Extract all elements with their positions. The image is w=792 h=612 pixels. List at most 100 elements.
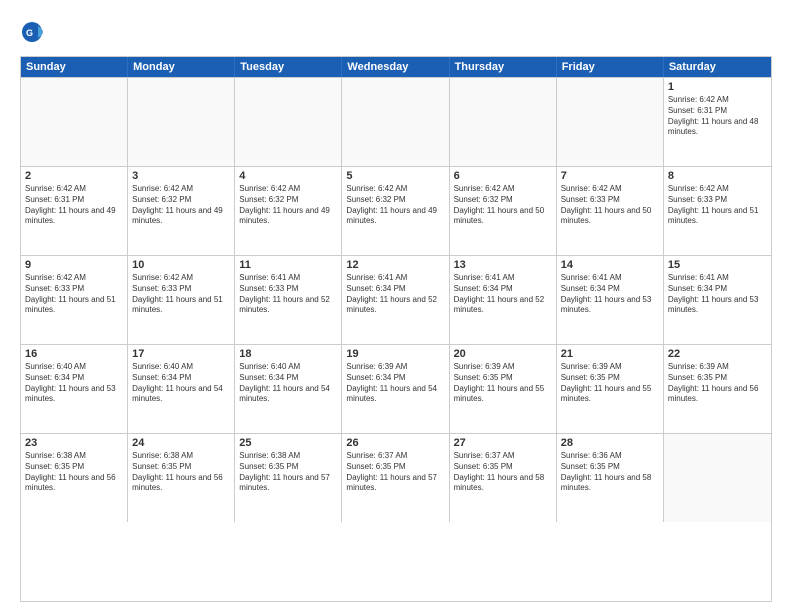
calendar-cell-21: 21 Sunrise: 6:39 AM Sunset: 6:35 PM Dayli…	[557, 345, 664, 433]
cell-info: Sunrise: 6:37 AM Sunset: 6:35 PM Dayligh…	[346, 451, 444, 494]
day-number: 2	[25, 170, 123, 182]
calendar-cell-11: 11 Sunrise: 6:41 AM Sunset: 6:33 PM Dayli…	[235, 256, 342, 344]
day-number: 4	[239, 170, 337, 182]
calendar-cell-8: 8 Sunrise: 6:42 AM Sunset: 6:33 PM Daylig…	[664, 167, 771, 255]
day-number: 18	[239, 348, 337, 360]
logo: G	[20, 18, 52, 46]
header-day-thursday: Thursday	[450, 57, 557, 77]
calendar-cell-25: 25 Sunrise: 6:38 AM Sunset: 6:35 PM Dayli…	[235, 434, 342, 522]
cell-info: Sunrise: 6:42 AM Sunset: 6:33 PM Dayligh…	[25, 273, 123, 316]
cell-info: Sunrise: 6:40 AM Sunset: 6:34 PM Dayligh…	[25, 362, 123, 405]
cell-info: Sunrise: 6:41 AM Sunset: 6:34 PM Dayligh…	[668, 273, 767, 316]
day-number: 19	[346, 348, 444, 360]
calendar-cell-4: 4 Sunrise: 6:42 AM Sunset: 6:32 PM Daylig…	[235, 167, 342, 255]
header: G	[20, 18, 772, 46]
cell-info: Sunrise: 6:39 AM Sunset: 6:35 PM Dayligh…	[668, 362, 767, 405]
day-number: 24	[132, 437, 230, 449]
calendar-row-0: 1 Sunrise: 6:42 AM Sunset: 6:31 PM Daylig…	[21, 77, 771, 166]
calendar-cell-empty-0-4	[450, 78, 557, 166]
calendar-cell-5: 5 Sunrise: 6:42 AM Sunset: 6:32 PM Daylig…	[342, 167, 449, 255]
day-number: 1	[668, 81, 767, 93]
calendar-cell-17: 17 Sunrise: 6:40 AM Sunset: 6:34 PM Dayli…	[128, 345, 235, 433]
calendar-cell-7: 7 Sunrise: 6:42 AM Sunset: 6:33 PM Daylig…	[557, 167, 664, 255]
day-number: 15	[668, 259, 767, 271]
cell-info: Sunrise: 6:40 AM Sunset: 6:34 PM Dayligh…	[132, 362, 230, 405]
calendar-cell-28: 28 Sunrise: 6:36 AM Sunset: 6:35 PM Dayli…	[557, 434, 664, 522]
cell-info: Sunrise: 6:38 AM Sunset: 6:35 PM Dayligh…	[25, 451, 123, 494]
calendar-body: 1 Sunrise: 6:42 AM Sunset: 6:31 PM Daylig…	[21, 77, 771, 522]
day-number: 8	[668, 170, 767, 182]
day-number: 13	[454, 259, 552, 271]
cell-info: Sunrise: 6:38 AM Sunset: 6:35 PM Dayligh…	[239, 451, 337, 494]
header-day-monday: Monday	[128, 57, 235, 77]
cell-info: Sunrise: 6:42 AM Sunset: 6:33 PM Dayligh…	[132, 273, 230, 316]
cell-info: Sunrise: 6:38 AM Sunset: 6:35 PM Dayligh…	[132, 451, 230, 494]
day-number: 10	[132, 259, 230, 271]
day-number: 7	[561, 170, 659, 182]
calendar-row-4: 23Sunrise: 6:38 AM Sunset: 6:35 PM Dayli…	[21, 433, 771, 522]
cell-info: Sunrise: 6:41 AM Sunset: 6:34 PM Dayligh…	[454, 273, 552, 316]
cell-info: Sunrise: 6:42 AM Sunset: 6:33 PM Dayligh…	[668, 184, 767, 227]
logo-icon: G	[20, 18, 48, 46]
calendar-cell-15: 15 Sunrise: 6:41 AM Sunset: 6:34 PM Dayli…	[664, 256, 771, 344]
day-number: 14	[561, 259, 659, 271]
cell-info: Sunrise: 6:42 AM Sunset: 6:31 PM Dayligh…	[668, 95, 767, 138]
calendar-cell-23: 23Sunrise: 6:38 AM Sunset: 6:35 PM Dayli…	[21, 434, 128, 522]
day-number: 22	[668, 348, 767, 360]
cell-info: Sunrise: 6:42 AM Sunset: 6:32 PM Dayligh…	[239, 184, 337, 227]
calendar-cell-empty-0-2	[235, 78, 342, 166]
cell-info: Sunrise: 6:42 AM Sunset: 6:33 PM Dayligh…	[561, 184, 659, 227]
day-number: 9	[25, 259, 123, 271]
calendar-row-2: 9 Sunrise: 6:42 AM Sunset: 6:33 PM Daylig…	[21, 255, 771, 344]
day-number: 26	[346, 437, 444, 449]
page: G SundayMondayTuesdayWednesdayThursdayFr…	[0, 0, 792, 612]
svg-text:G: G	[26, 28, 33, 38]
calendar-cell-18: 18 Sunrise: 6:40 AM Sunset: 6:34 PM Dayli…	[235, 345, 342, 433]
cell-info: Sunrise: 6:39 AM Sunset: 6:35 PM Dayligh…	[454, 362, 552, 405]
calendar-cell-27: 27 Sunrise: 6:37 AM Sunset: 6:35 PM Dayli…	[450, 434, 557, 522]
day-number: 6	[454, 170, 552, 182]
cell-info: Sunrise: 6:36 AM Sunset: 6:35 PM Dayligh…	[561, 451, 659, 494]
calendar-header: SundayMondayTuesdayWednesdayThursdayFrid…	[21, 57, 771, 77]
calendar: SundayMondayTuesdayWednesdayThursdayFrid…	[20, 56, 772, 602]
calendar-cell-14: 14 Sunrise: 6:41 AM Sunset: 6:34 PM Dayli…	[557, 256, 664, 344]
calendar-cell-13: 13 Sunrise: 6:41 AM Sunset: 6:34 PM Dayli…	[450, 256, 557, 344]
cell-info: Sunrise: 6:42 AM Sunset: 6:32 PM Dayligh…	[132, 184, 230, 227]
header-day-tuesday: Tuesday	[235, 57, 342, 77]
cell-info: Sunrise: 6:41 AM Sunset: 6:34 PM Dayligh…	[346, 273, 444, 316]
calendar-cell-6: 6 Sunrise: 6:42 AM Sunset: 6:32 PM Daylig…	[450, 167, 557, 255]
cell-info: Sunrise: 6:41 AM Sunset: 6:34 PM Dayligh…	[561, 273, 659, 316]
calendar-cell-empty-0-5	[557, 78, 664, 166]
calendar-cell-22: 22 Sunrise: 6:39 AM Sunset: 6:35 PM Dayli…	[664, 345, 771, 433]
calendar-cell-12: 12 Sunrise: 6:41 AM Sunset: 6:34 PM Dayli…	[342, 256, 449, 344]
calendar-cell-1: 1 Sunrise: 6:42 AM Sunset: 6:31 PM Daylig…	[664, 78, 771, 166]
cell-info: Sunrise: 6:42 AM Sunset: 6:32 PM Dayligh…	[454, 184, 552, 227]
header-day-wednesday: Wednesday	[342, 57, 449, 77]
calendar-cell-empty-0-1	[128, 78, 235, 166]
cell-info: Sunrise: 6:42 AM Sunset: 6:32 PM Dayligh…	[346, 184, 444, 227]
cell-info: Sunrise: 6:40 AM Sunset: 6:34 PM Dayligh…	[239, 362, 337, 405]
day-number: 21	[561, 348, 659, 360]
day-number: 25	[239, 437, 337, 449]
calendar-cell-9: 9 Sunrise: 6:42 AM Sunset: 6:33 PM Daylig…	[21, 256, 128, 344]
calendar-cell-26: 26 Sunrise: 6:37 AM Sunset: 6:35 PM Dayli…	[342, 434, 449, 522]
cell-info: Sunrise: 6:42 AM Sunset: 6:31 PM Dayligh…	[25, 184, 123, 227]
day-number: 27	[454, 437, 552, 449]
cell-info: Sunrise: 6:39 AM Sunset: 6:35 PM Dayligh…	[561, 362, 659, 405]
day-number: 12	[346, 259, 444, 271]
calendar-cell-20: 20Sunrise: 6:39 AM Sunset: 6:35 PM Dayli…	[450, 345, 557, 433]
calendar-cell-empty-4-6	[664, 434, 771, 522]
calendar-cell-3: 3Sunrise: 6:42 AM Sunset: 6:32 PM Daylig…	[128, 167, 235, 255]
calendar-cell-2: 2 Sunrise: 6:42 AM Sunset: 6:31 PM Daylig…	[21, 167, 128, 255]
cell-info: Sunrise: 6:39 AM Sunset: 6:34 PM Dayligh…	[346, 362, 444, 405]
day-number: 11	[239, 259, 337, 271]
header-day-sunday: Sunday	[21, 57, 128, 77]
day-number: 17	[132, 348, 230, 360]
cell-info: Sunrise: 6:37 AM Sunset: 6:35 PM Dayligh…	[454, 451, 552, 494]
calendar-cell-10: 10 Sunrise: 6:42 AM Sunset: 6:33 PM Dayli…	[128, 256, 235, 344]
cell-info: Sunrise: 6:41 AM Sunset: 6:33 PM Dayligh…	[239, 273, 337, 316]
calendar-row-3: 16 Sunrise: 6:40 AM Sunset: 6:34 PM Dayli…	[21, 344, 771, 433]
day-number: 28	[561, 437, 659, 449]
day-number: 5	[346, 170, 444, 182]
day-number: 16	[25, 348, 123, 360]
